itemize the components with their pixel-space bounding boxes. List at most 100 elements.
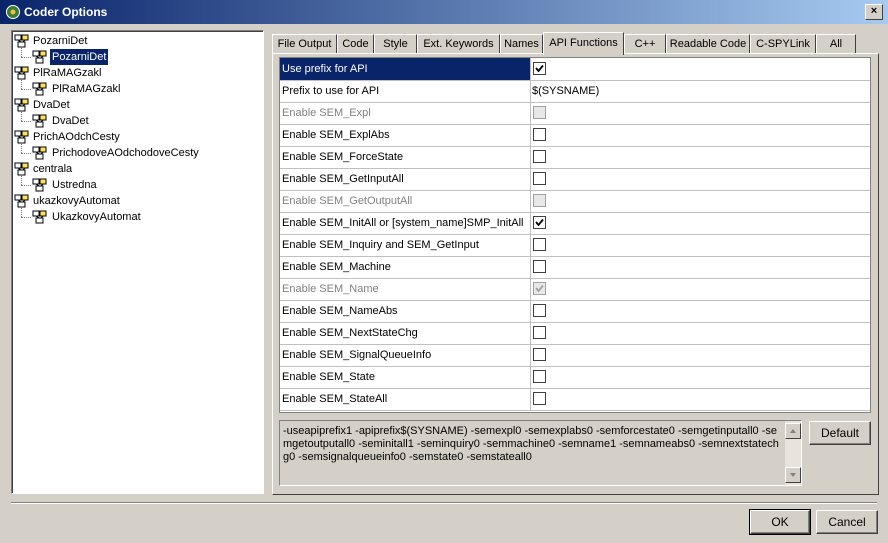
title-bar: Coder Options × (0, 0, 888, 24)
tree-connector (21, 217, 31, 218)
tree-child-label: Ustredna (52, 179, 97, 191)
command-line-scrollbar[interactable] (785, 421, 801, 485)
option-row[interactable]: Enable SEM_Machine (280, 256, 870, 279)
checkmark-icon (535, 218, 544, 227)
column-separator (530, 212, 531, 234)
command-line-box: -useapiprefix1 -apiprefix$(SYSNAME) -sem… (279, 420, 802, 486)
tree-connector (21, 207, 22, 217)
option-checkbox[interactable] (533, 392, 546, 405)
cancel-button[interactable]: Cancel (816, 510, 878, 534)
window-title: Coder Options (24, 5, 108, 19)
tree-node-label: PrichAOdchCesty (33, 131, 120, 143)
tab-ext-keywords[interactable]: Ext. Keywords (417, 34, 500, 53)
tab-code[interactable]: Code (337, 34, 374, 53)
option-checkbox[interactable] (533, 150, 546, 163)
option-name: Enable SEM_Name (282, 283, 379, 295)
tab-c[interactable]: C++ (624, 34, 666, 53)
option-name: Enable SEM_Machine (282, 261, 391, 273)
tree-connector (21, 143, 22, 153)
option-name: Enable SEM_Expl (282, 107, 371, 119)
tab-api-functions[interactable]: API Functions (543, 32, 624, 55)
option-row[interactable]: Enable SEM_SignalQueueInfo (280, 344, 870, 367)
scroll-up-icon (790, 429, 796, 433)
column-separator (530, 102, 531, 124)
option-checkbox[interactable] (533, 238, 546, 251)
column-separator (530, 300, 531, 322)
column-separator (530, 124, 531, 146)
tab-file-output[interactable]: File Output (272, 34, 337, 53)
tree-connector (21, 121, 31, 122)
option-row[interactable]: Enable SEM_Expl (280, 102, 870, 125)
option-row[interactable]: Enable SEM_StateAll (280, 388, 870, 411)
option-name: Enable SEM_GetInputAll (282, 173, 404, 185)
tree-child-label: PozarniDet (48, 48, 110, 66)
option-row[interactable]: Prefix to use for API $(SYSNAME) (280, 80, 870, 103)
option-row[interactable]: Enable SEM_Inquiry and SEM_GetInput (280, 234, 870, 257)
app-icon (6, 5, 20, 19)
option-row[interactable]: Enable SEM_ExplAbs (280, 124, 870, 147)
state-machine-icon (32, 146, 47, 160)
option-checkbox[interactable] (533, 370, 546, 383)
state-machine-icon (32, 82, 47, 96)
tree-child-label: UkazkovyAutomat (52, 211, 141, 223)
tree-connector (21, 185, 31, 186)
option-checkbox[interactable] (533, 260, 546, 273)
option-row[interactable]: Enable SEM_InitAll or [system_name]SMP_I… (280, 212, 870, 235)
option-row[interactable]: Enable SEM_Name (280, 278, 870, 301)
state-machine-icon (14, 130, 29, 144)
option-row[interactable]: Enable SEM_NameAbs (280, 300, 870, 323)
option-row[interactable]: Enable SEM_ForceState (280, 146, 870, 169)
column-separator (530, 58, 531, 80)
option-row[interactable]: Enable SEM_GetInputAll (280, 168, 870, 191)
tab-all[interactable]: All (816, 34, 856, 53)
checkmark-icon (535, 64, 544, 73)
tree-node-label: DvaDet (33, 99, 70, 111)
option-checkbox[interactable] (533, 216, 546, 229)
tree-node-label: ukazkovyAutomat (33, 195, 120, 207)
option-checkbox (533, 282, 546, 295)
tab-c-spylink[interactable]: C-SPYLink (750, 34, 816, 53)
tab-style[interactable]: Style (374, 34, 417, 53)
option-name: Enable SEM_ExplAbs (282, 129, 390, 141)
state-machine-tree[interactable]: PozarniDet PozarniDet PlRaMAGzakl PlRaMAGza… (11, 30, 264, 494)
scroll-down-button[interactable] (785, 467, 801, 483)
tree-connector (21, 57, 31, 58)
column-separator (530, 190, 531, 212)
option-name: Prefix to use for API (282, 85, 380, 97)
option-name: Enable SEM_SignalQueueInfo (282, 349, 432, 361)
state-machine-icon (14, 194, 29, 208)
column-separator (530, 80, 531, 102)
option-checkbox[interactable] (533, 348, 546, 361)
option-row[interactable]: Enable SEM_NextStateChg (280, 322, 870, 345)
column-separator (530, 146, 531, 168)
option-name: Enable SEM_GetOutputAll (282, 195, 413, 207)
ok-button[interactable]: OK (749, 509, 811, 535)
option-checkbox[interactable] (533, 326, 546, 339)
option-checkbox[interactable] (533, 62, 546, 75)
option-row[interactable]: Enable SEM_GetOutputAll (280, 190, 870, 213)
tree-connector (21, 89, 31, 90)
state-machine-icon (14, 98, 29, 112)
option-value-input[interactable]: $(SYSNAME) (532, 85, 599, 97)
option-checkbox[interactable] (533, 304, 546, 317)
column-separator (530, 256, 531, 278)
tab-readable-code[interactable]: Readable Code (666, 34, 750, 53)
api-functions-grid: Use prefix for API Prefix to use for API $… (279, 57, 871, 413)
state-machine-icon (32, 178, 47, 192)
option-name: Enable SEM_ForceState (282, 151, 404, 163)
option-checkbox[interactable] (533, 172, 546, 185)
option-row[interactable]: Enable SEM_State (280, 366, 870, 389)
default-button[interactable]: Default (809, 421, 871, 445)
column-separator (530, 234, 531, 256)
column-separator (530, 322, 531, 344)
option-name: Enable SEM_InitAll or [system_name]SMP_I… (282, 217, 524, 229)
option-checkbox[interactable] (533, 128, 546, 141)
close-button[interactable]: × (865, 4, 883, 20)
scroll-up-button[interactable] (785, 423, 801, 439)
tab-names[interactable]: Names (500, 34, 543, 53)
option-row[interactable]: Use prefix for API (280, 58, 870, 81)
tree-connector (21, 111, 22, 121)
tree-connector (21, 47, 22, 57)
command-line-text: -useapiprefix1 -apiprefix$(SYSNAME) -sem… (283, 425, 779, 463)
tree-node-label: PozarniDet (33, 35, 88, 47)
